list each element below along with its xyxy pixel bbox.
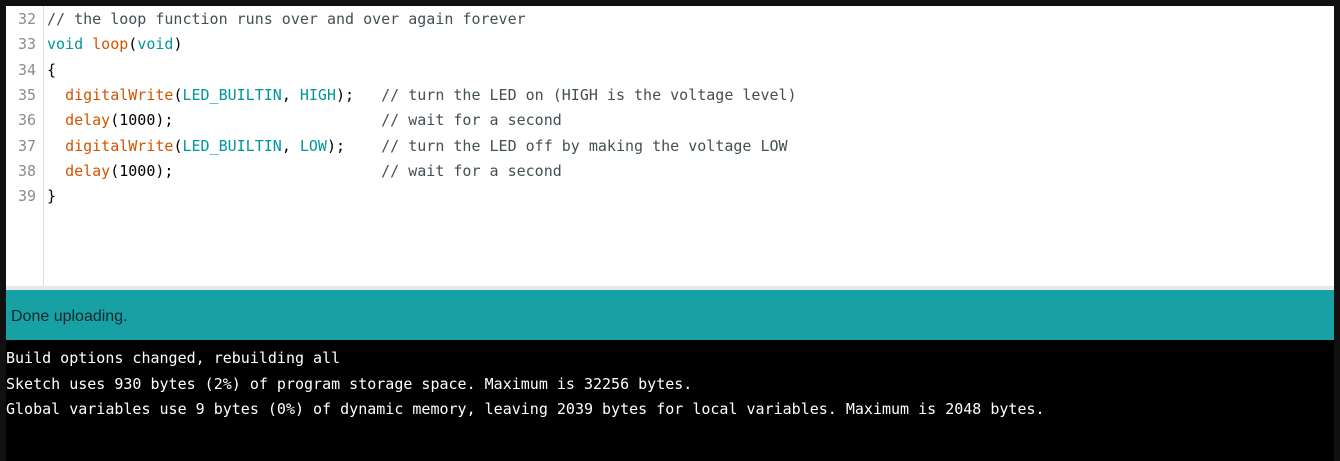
code-token: HIGH <box>299 85 336 104</box>
line-number: 35 <box>17 85 36 104</box>
code-text: delay(1000); // wait for a second <box>47 159 562 184</box>
code-token: void <box>47 35 84 54</box>
code-token: digitalWrite <box>65 85 174 104</box>
arduino-ide-window: 32 // the loop function runs over and ove… <box>0 0 1340 461</box>
code-line[interactable]: 38 delay(1000); // wait for a second <box>6 159 1334 184</box>
code-editor[interactable]: 32 // the loop function runs over and ove… <box>6 6 1334 286</box>
code-token: // wait for a second <box>381 161 562 180</box>
code-token: // the loop function runs over and over … <box>47 10 526 28</box>
code-token: // turn the LED off by making the voltag… <box>381 136 788 155</box>
code-token: loop <box>92 35 129 54</box>
status-bar: Done uploading. <box>6 290 1334 340</box>
code-text: delay(1000); // wait for a second <box>47 108 562 133</box>
console-line: Global variables use 9 bytes (0%) of dyn… <box>6 400 1045 419</box>
line-number: 37 <box>17 136 36 155</box>
code-token: void <box>137 35 174 54</box>
code-text: digitalWrite(LED_BUILTIN, HIGH); // turn… <box>47 83 797 108</box>
code-token: delay <box>65 161 111 180</box>
code-line[interactable]: 37 digitalWrite(LED_BUILTIN, LOW); // tu… <box>6 134 1334 159</box>
console-line: Sketch uses 930 bytes (2%) of program st… <box>6 374 693 393</box>
line-number: 34 <box>17 60 36 79</box>
code-text: // the loop function runs over and over … <box>47 7 526 32</box>
code-text: digitalWrite(LED_BUILTIN, LOW); // turn … <box>47 134 788 159</box>
code-token: LED_BUILTIN <box>182 85 282 104</box>
code-token: digitalWrite <box>65 136 174 155</box>
code-token: { <box>47 60 57 79</box>
code-text: { <box>47 58 56 83</box>
code-token: (1000); <box>110 161 382 180</box>
code-line[interactable]: 32 // the loop function runs over and ove… <box>6 7 1334 32</box>
code-token: LED_BUILTIN <box>182 136 282 155</box>
code-text: } <box>47 184 56 209</box>
output-console[interactable]: Build options changed, rebuilding all Ske… <box>6 340 1334 461</box>
code-token: (1000); <box>110 111 382 130</box>
code-token: ( <box>128 35 138 54</box>
line-number: 33 <box>17 35 36 54</box>
line-number: 38 <box>17 161 36 180</box>
code-token: ); <box>336 85 382 104</box>
line-number: 36 <box>17 111 36 130</box>
code-token: , <box>281 85 300 104</box>
code-token: // turn the LED on (HIGH is the voltage … <box>381 85 797 104</box>
code-text: void loop(void) <box>47 32 182 57</box>
code-line[interactable]: 34 { <box>6 58 1334 83</box>
code-token: LOW <box>299 136 327 155</box>
code-line[interactable]: 39} <box>6 184 1334 209</box>
status-message: Done uploading. <box>11 308 128 325</box>
line-number: 32 <box>17 10 36 28</box>
code-token: ); <box>326 136 382 155</box>
code-token: ) <box>173 35 183 54</box>
code-token: delay <box>65 111 111 130</box>
code-token: } <box>47 187 57 206</box>
code-line[interactable]: 33 void loop(void) <box>6 32 1334 57</box>
console-line: Build options changed, rebuilding all <box>6 349 341 367</box>
line-number: 39 <box>17 187 36 206</box>
code-token: // wait for a second <box>381 111 562 130</box>
code-token: , <box>281 136 300 155</box>
code-line[interactable]: 35 digitalWrite(LED_BUILTIN, HIGH); // t… <box>6 83 1334 108</box>
code-line[interactable]: 36 delay(1000); // wait for a second <box>6 108 1334 133</box>
